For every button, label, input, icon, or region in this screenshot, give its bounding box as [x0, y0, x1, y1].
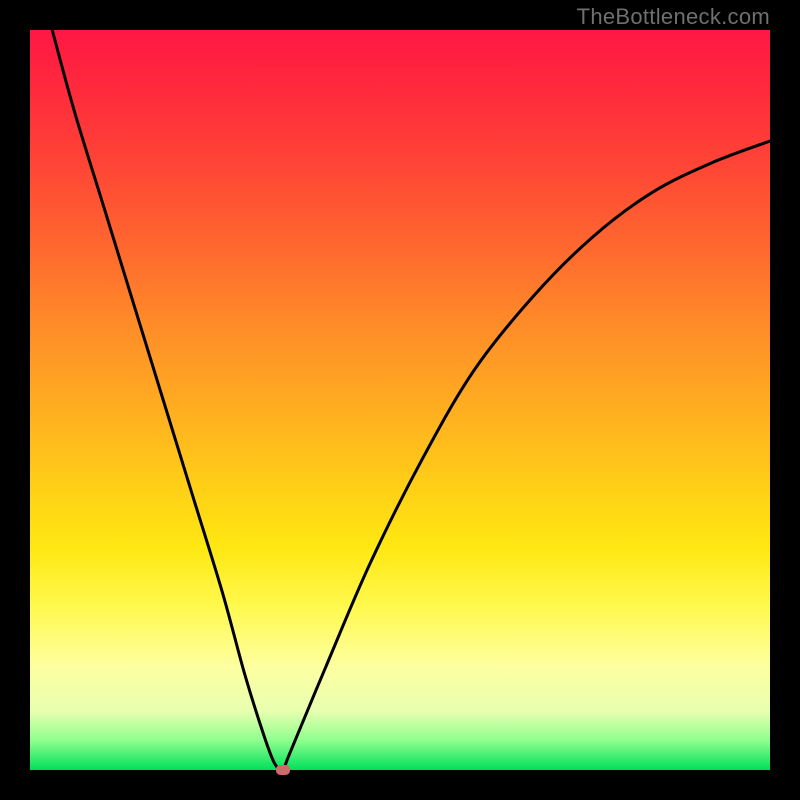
optimal-point-marker	[276, 765, 290, 775]
watermark-text: TheBottleneck.com	[577, 4, 770, 30]
bottleneck-curve	[30, 30, 770, 770]
chart-frame: TheBottleneck.com	[0, 0, 800, 800]
plot-area	[30, 30, 770, 770]
